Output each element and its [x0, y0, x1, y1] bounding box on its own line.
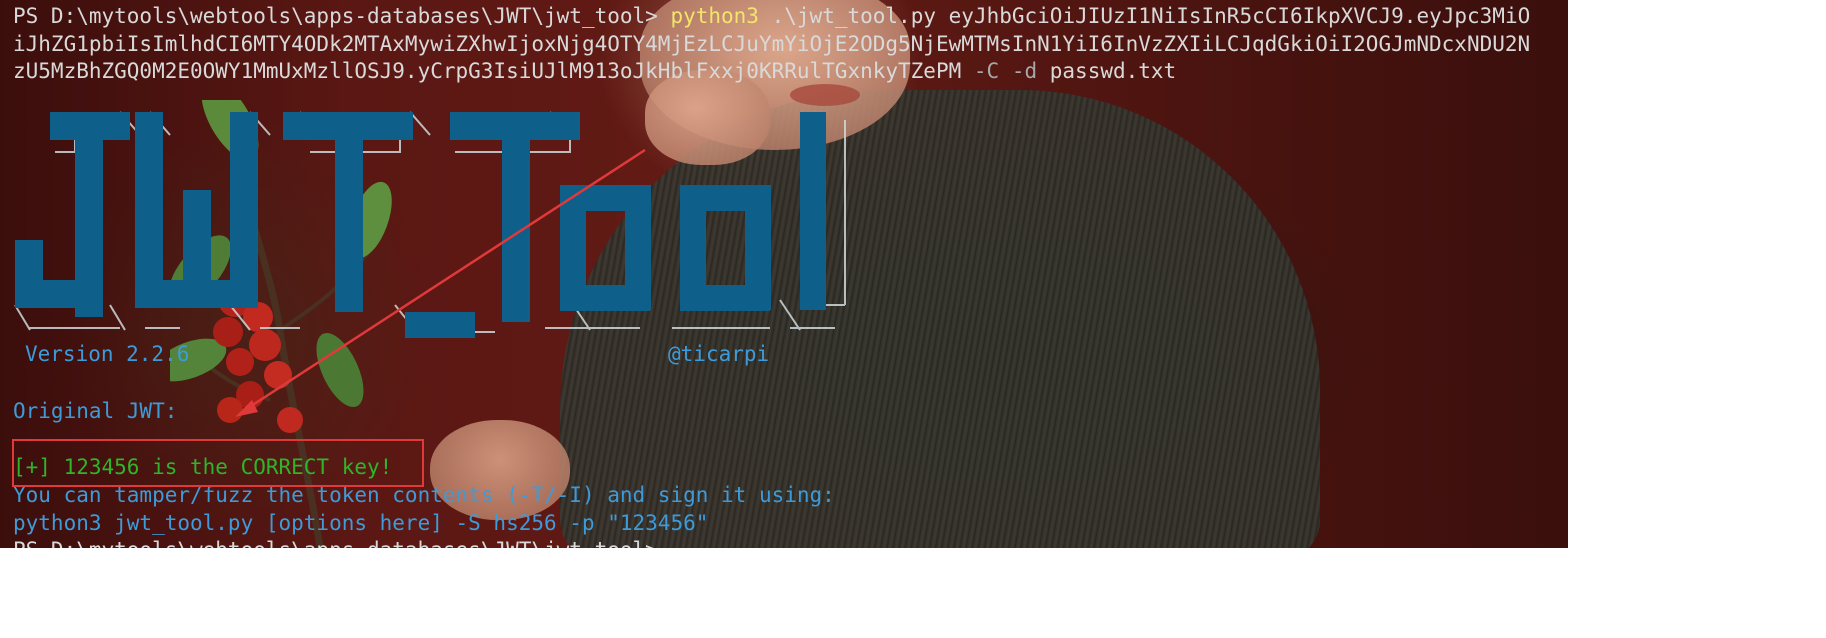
red-arrow — [235, 148, 646, 417]
terminal-window[interactable]: PS D:\mytools\webtools\apps-databases\JW… — [0, 0, 1568, 548]
